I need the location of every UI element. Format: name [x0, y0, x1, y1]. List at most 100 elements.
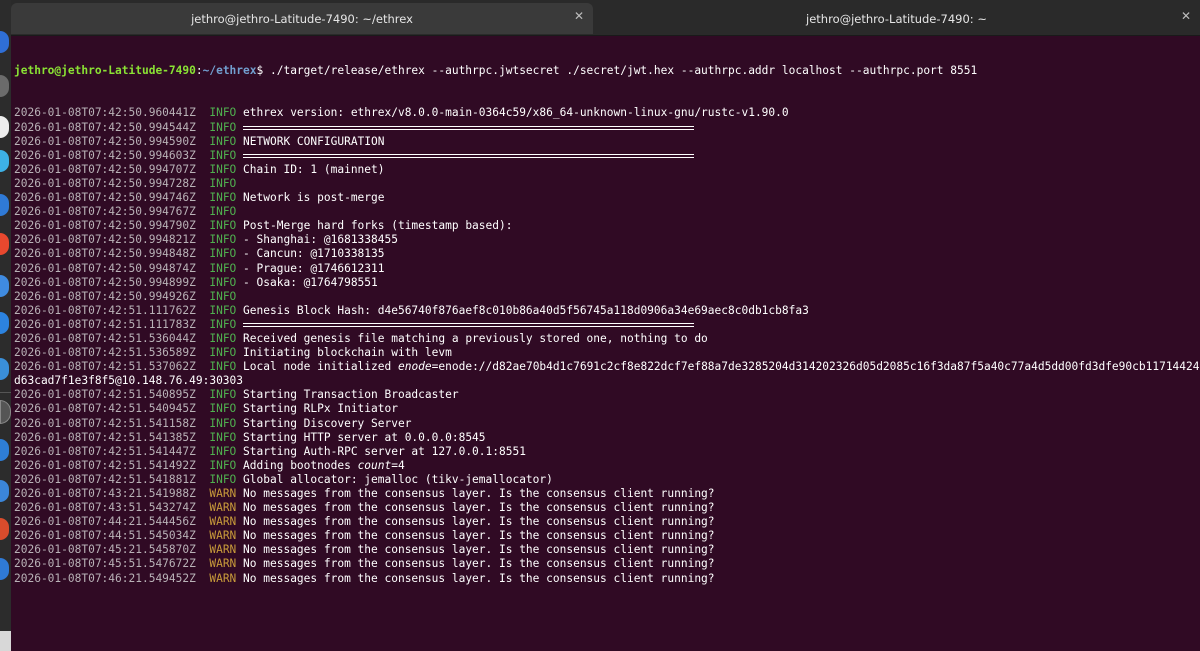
log-level: INFO — [209, 219, 237, 233]
separator-rule — [243, 125, 695, 130]
log-timestamp: 2026-01-08T07:42:50.994874Z — [14, 261, 196, 275]
log-timestamp: 2026-01-08T07:42:51.541492Z — [14, 458, 196, 472]
log-field-value: =enode://d82ae70b4d1c7691c2cf8e822dcf7ef… — [431, 360, 1200, 374]
log-level: INFO — [209, 247, 237, 261]
log-line: 2026-01-08T07:42:50.994603Z INFO — [14, 149, 1200, 163]
log-timestamp: 2026-01-08T07:42:51.540945Z — [14, 402, 196, 416]
app-icon[interactable] — [0, 480, 9, 502]
log-level: WARN — [209, 529, 237, 543]
log-line: 2026-01-08T07:42:51.541492Z INFO Adding … — [14, 459, 1200, 473]
log-timestamp: 2026-01-08T07:45:51.547672Z — [14, 557, 196, 571]
log-message: No messages from the consensus layer. Is… — [243, 515, 715, 529]
app-icon[interactable] — [0, 358, 9, 380]
log-level: INFO — [209, 444, 237, 458]
log-message: d63cad7f1e3f8f5@10.148.76.49:30303 — [14, 374, 244, 388]
close-icon[interactable]: ✕ — [1181, 10, 1191, 22]
log-timestamp: 2026-01-08T07:42:51.541385Z — [14, 430, 196, 444]
log-level: WARN — [209, 501, 237, 515]
app-icon[interactable] — [0, 116, 9, 138]
app-icon[interactable] — [0, 75, 9, 97]
log-level: INFO — [209, 430, 237, 444]
log-level: WARN — [209, 557, 237, 571]
tab-ethrex[interactable]: jethro@jethro-Latitude-7490: ~/ethrex — [11, 3, 593, 34]
log-timestamp: 2026-01-08T07:42:50.994603Z — [14, 148, 196, 162]
log-level: INFO — [209, 176, 237, 190]
app-icon[interactable] — [0, 150, 9, 172]
log-level: INFO — [209, 402, 237, 416]
terminal-icon[interactable] — [0, 400, 11, 424]
log-level: INFO — [209, 233, 237, 247]
log-line: 2026-01-08T07:42:51.541447Z INFO Startin… — [14, 445, 1200, 459]
log-line: 2026-01-08T07:45:21.545870Z WARN No mess… — [14, 543, 1200, 557]
log-level: INFO — [209, 205, 237, 219]
log-line: 2026-01-08T07:44:21.544456Z WARN No mess… — [14, 515, 1200, 529]
log-message: Received genesis file matching a previou… — [243, 331, 708, 345]
tab-title: jethro@jethro-Latitude-7490: ~ — [806, 11, 987, 26]
log-line: 2026-01-08T07:42:50.994728Z INFO — [14, 177, 1200, 191]
log-line: 2026-01-08T07:42:50.994544Z INFO — [14, 121, 1200, 135]
log-level: INFO — [209, 191, 237, 205]
log-line: d63cad7f1e3f8f5@10.148.76.49:30303 — [14, 374, 1200, 388]
log-timestamp: 2026-01-08T07:42:51.540895Z — [14, 388, 196, 402]
log-timestamp: 2026-01-08T07:44:51.545034Z — [14, 529, 196, 543]
log-line: 2026-01-08T07:42:50.994767Z INFO — [14, 205, 1200, 219]
log-line: 2026-01-08T07:42:51.540895Z INFO Startin… — [14, 388, 1200, 402]
log-message: Starting RLPx Initiator — [243, 402, 398, 416]
log-line: 2026-01-08T07:42:50.994848Z INFO - Cancu… — [14, 247, 1200, 261]
log-line: 2026-01-08T07:42:50.994746Z INFO Network… — [14, 191, 1200, 205]
tab-home[interactable]: jethro@jethro-Latitude-7490: ~ — [593, 3, 1200, 34]
show-apps-icon[interactable] — [0, 631, 11, 651]
log-timestamp: 2026-01-08T07:43:51.543274Z — [14, 501, 196, 515]
log-line: 2026-01-08T07:42:50.994707Z INFO Chain I… — [14, 163, 1200, 177]
log-level: INFO — [209, 106, 237, 120]
app-icon[interactable] — [0, 194, 9, 216]
separator-rule — [243, 322, 695, 327]
log-message: Global allocator: jemalloc (tikv-jemallo… — [243, 472, 553, 486]
terminal-tab-bar: jethro@jethro-Latitude-7490: ~/ethrex ✕ … — [11, 0, 1200, 36]
log-message: Chain ID: 1 (mainnet) — [243, 162, 385, 176]
log-level: WARN — [209, 487, 237, 500]
close-icon[interactable]: ✕ — [574, 10, 584, 22]
log-line: 2026-01-08T07:42:50.994790Z INFO Post-Me… — [14, 219, 1200, 233]
log-timestamp: 2026-01-08T07:42:51.537062Z — [14, 360, 196, 374]
log-level: INFO — [209, 360, 237, 374]
prompt-path: ~/ethrex — [202, 64, 257, 78]
prompt-user-host: jethro@jethro-Latitude-7490 — [14, 64, 196, 78]
separator-rule — [243, 153, 695, 158]
log-level: INFO — [209, 162, 237, 176]
terminal-output[interactable]: jethro@jethro-Latitude-7490:~/ethrex$ ./… — [11, 36, 1200, 651]
log-timestamp: 2026-01-08T07:42:50.994544Z — [14, 120, 196, 134]
log-message: Genesis Block Hash: d4e56740f876aef8c010… — [243, 303, 809, 317]
log-message: ethrex version: ethrex/v8.0.0-main-0364c… — [243, 106, 789, 120]
app-icon[interactable] — [0, 439, 9, 461]
log-line: 2026-01-08T07:42:51.111762Z INFO Genesis… — [14, 304, 1200, 318]
log-level: INFO — [209, 275, 237, 289]
log-message: - Cancun: @1710338135 — [243, 247, 385, 261]
log-timestamp: 2026-01-08T07:42:50.994767Z — [14, 205, 196, 219]
prompt-colon: : — [195, 64, 203, 78]
log-field-key: count — [357, 458, 392, 472]
dock-separator — [0, 392, 11, 393]
log-timestamp: 2026-01-08T07:42:50.994821Z — [14, 233, 196, 247]
log-line: 2026-01-08T07:42:51.111783Z INFO — [14, 318, 1200, 332]
browser-icon[interactable] — [0, 31, 9, 53]
log-message: Starting Auth-RPC server at 127.0.0.1:85… — [243, 444, 526, 458]
log-message: Adding bootnodes — [243, 458, 358, 472]
log-message: Local node initialized — [243, 360, 398, 374]
log-timestamp: 2026-01-08T07:42:51.541881Z — [14, 472, 196, 486]
log-line: 2026-01-08T07:42:51.536044Z INFO Receive… — [14, 332, 1200, 346]
app-icon[interactable] — [0, 518, 9, 540]
app-icon[interactable] — [0, 233, 9, 255]
app-icon[interactable] — [0, 312, 9, 334]
app-icon[interactable] — [0, 275, 9, 297]
log-line: 2026-01-08T07:42:51.541881Z INFO Global … — [14, 473, 1200, 487]
log-message: - Prague: @1746612311 — [243, 261, 385, 275]
log-message: Starting Discovery Server — [243, 416, 412, 430]
log-level: INFO — [209, 303, 237, 317]
log-timestamp: 2026-01-08T07:42:51.541447Z — [14, 444, 196, 458]
log-timestamp: 2026-01-08T07:42:50.994926Z — [14, 289, 196, 303]
log-message: Starting HTTP server at 0.0.0.0:8545 — [243, 430, 486, 444]
log-level: INFO — [209, 331, 237, 345]
log-timestamp: 2026-01-08T07:42:51.541158Z — [14, 416, 196, 430]
app-icon[interactable] — [0, 558, 9, 580]
